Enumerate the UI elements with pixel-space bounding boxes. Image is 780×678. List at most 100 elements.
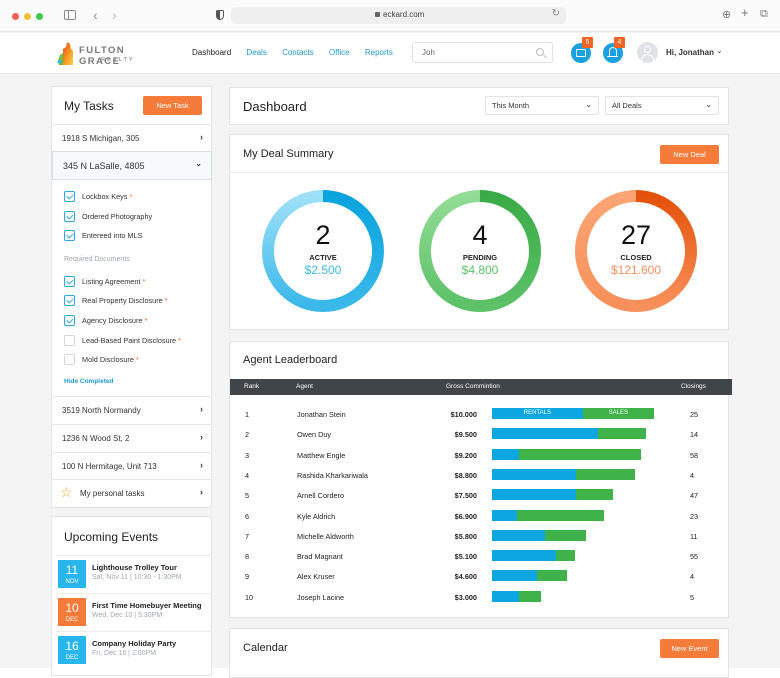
nav-deals[interactable]: Deals [246, 48, 266, 57]
download-icon[interactable]: ⊕ [722, 8, 731, 21]
event-month: DEC [65, 655, 79, 661]
leaderboard-row[interactable]: 9 Alex Kruser $4.600 4 [230, 566, 732, 586]
user-icon-body [641, 54, 654, 63]
nav-office[interactable]: Office [329, 48, 350, 57]
closings-cell: 58 [690, 450, 699, 460]
gross-commission-cell: $5.100 [454, 552, 477, 562]
leaderboard-row[interactable]: 10 Joseph Lacine $3.000 5 [230, 587, 732, 607]
closed-deals-donut[interactable]: 27 CLOSED $121.600 [575, 190, 697, 312]
maximize-window-button[interactable] [36, 13, 43, 20]
closings-cell: 25 [690, 410, 699, 419]
agent-cell: Matthew Engle [297, 450, 346, 460]
forward-icon[interactable]: › [112, 7, 117, 23]
checkbox[interactable] [64, 315, 75, 326]
task-item[interactable]: 100 N Hermitage, Unit 713 › [52, 452, 212, 480]
event-item[interactable]: 10 DEC First Time Homebuyer Meeting Wed,… [56, 593, 211, 631]
search-icon[interactable] [536, 48, 544, 56]
task-item[interactable]: 1918 S Michigan, 305 › [52, 124, 212, 152]
nav-dashboard[interactable]: Dashboard [192, 48, 231, 57]
leaderboard-header: Rank Agent Gross Commintion Closings [230, 379, 732, 395]
gross-commission-cell: $3.000 [454, 592, 477, 602]
gross-commission-cell: $9.500 [454, 430, 477, 440]
notifications-button[interactable]: 4 [603, 37, 625, 63]
hide-completed-link[interactable]: Hide Completed [64, 378, 113, 385]
column-header-closings[interactable]: Closings [681, 383, 706, 390]
reload-icon[interactable]: ↻ [552, 8, 560, 19]
donut-left-arc [262, 190, 324, 312]
required-marker: * [178, 336, 181, 345]
checkbox[interactable] [64, 276, 75, 287]
leaderboard-row[interactable]: 3 Matthew Engle $9.200 58 [230, 445, 732, 465]
messages-button[interactable]: 5 [571, 37, 593, 63]
checkbox[interactable] [64, 335, 75, 346]
address-bar[interactable]: eckard.com ↻ [231, 7, 566, 24]
commission-bar [492, 489, 614, 501]
leaderboard-row[interactable]: 1 Jonathan Stein $10.000 RENTALS SALES 25 [230, 404, 732, 424]
sales-bar-segment [575, 489, 614, 501]
new-tab-icon[interactable]: + [741, 5, 749, 20]
leaderboard-row[interactable]: 2 Owen Duy $9.500 14 [230, 424, 732, 444]
checkbox[interactable] [64, 354, 75, 365]
search-input[interactable]: Joh [412, 42, 553, 63]
deal-summary-panel: My Deal Summary New Deal 2 ACTIVE $2.500… [229, 134, 729, 330]
deals-select[interactable]: All Deals ⌄ [605, 96, 719, 115]
chevron-down-icon: ⌄ [585, 100, 592, 109]
nav-reports[interactable]: Reports [365, 48, 393, 57]
avatar[interactable] [637, 42, 658, 63]
checkbox[interactable] [64, 230, 75, 241]
leaderboard-row[interactable]: 8 Brad Magnant $5.100 55 [230, 546, 732, 566]
task-item[interactable]: 3519 North Normandy › [52, 396, 212, 424]
leaderboard-row[interactable]: 4 Rashida Kharkariwala $8.800 4 [230, 465, 732, 485]
event-time: Sat, Nov 11 | 10:30 - 1:30PM [92, 574, 182, 581]
closings-cell: 47 [690, 491, 699, 501]
nav-contacts[interactable]: Contacts [282, 48, 314, 57]
leaderboard-row[interactable]: 5 Arnell Cordero $7.500 47 [230, 485, 732, 505]
user-greeting[interactable]: Hi, Jonathan [666, 48, 714, 57]
new-deal-button[interactable]: New Deal [660, 145, 719, 164]
checkbox[interactable] [64, 191, 75, 202]
event-item[interactable]: 11 NOV Lighthouse Trolley Tour Sat, Nov … [56, 555, 211, 593]
column-header-gross[interactable]: Gross Commintion [446, 383, 500, 390]
gross-commission-cell: $10.000 [450, 410, 477, 419]
notifications-badge: 4 [614, 37, 625, 48]
donut-left-arc [419, 190, 481, 312]
close-window-button[interactable] [12, 13, 19, 20]
rank-cell: 9 [245, 572, 250, 582]
privacy-shield-icon[interactable] [216, 10, 224, 20]
donut-amount: $2.500 [304, 263, 342, 277]
personal-tasks-item[interactable]: ☆ My personal tasks › [52, 479, 212, 507]
donut-ring [419, 190, 541, 312]
donut-count: 2 [315, 220, 331, 250]
checkbox[interactable] [64, 295, 75, 306]
lock-icon [375, 12, 380, 17]
leaderboard-row[interactable]: 7 Michelle Aldworth $5.800 11 [230, 526, 732, 546]
user-icon [644, 46, 651, 53]
leaderboard-row[interactable]: 6 Kyle Aldrich $6.900 23 [230, 506, 732, 526]
agent-cell: Owen Duy [297, 430, 332, 440]
event-item[interactable]: 16 DEC Company Holiday Party Fri, Dec 16… [56, 631, 211, 669]
message-icon [576, 49, 586, 57]
task-item[interactable]: 1236 N Wood St, 2 › [52, 424, 212, 452]
browser-toolbar: ‹ › eckard.com ↻ ⊕ + ⧉ [0, 0, 780, 32]
period-select[interactable]: This Month ⌄ [485, 96, 599, 115]
minimize-window-button[interactable] [24, 13, 31, 20]
tab-overview-icon[interactable]: ⧉ [760, 8, 768, 21]
checkbox[interactable] [64, 211, 75, 222]
column-header-rank[interactable]: Rank [244, 383, 259, 390]
pending-deals-donut[interactable]: 4 PENDING $4.800 [419, 190, 541, 312]
new-event-button[interactable]: New Event [660, 639, 719, 658]
column-header-agent[interactable]: Agent [296, 383, 313, 390]
back-icon[interactable]: ‹ [93, 7, 98, 23]
active-deals-donut[interactable]: 2 ACTIVE $2.500 [262, 190, 384, 312]
events-title: Upcoming Events [64, 530, 159, 544]
new-task-button[interactable]: New Task [143, 96, 202, 115]
sales-bar-segment: SALES [582, 408, 654, 419]
event-time: Fri, Dec 16 | 2:00PM [92, 650, 157, 657]
task-item-expanded[interactable]: 345 N LaSalle, 4805 ⌄ [52, 151, 212, 180]
sidebar-toggle-icon[interactable] [64, 10, 76, 20]
company-logo[interactable]: FULTON GRACE REALTY [57, 41, 157, 67]
sales-bar-segment [555, 550, 575, 562]
task-item-label: 345 N LaSalle, 4805 [63, 161, 145, 171]
commission-bar [492, 529, 586, 541]
chevron-down-icon[interactable]: ⌄ [716, 46, 723, 55]
